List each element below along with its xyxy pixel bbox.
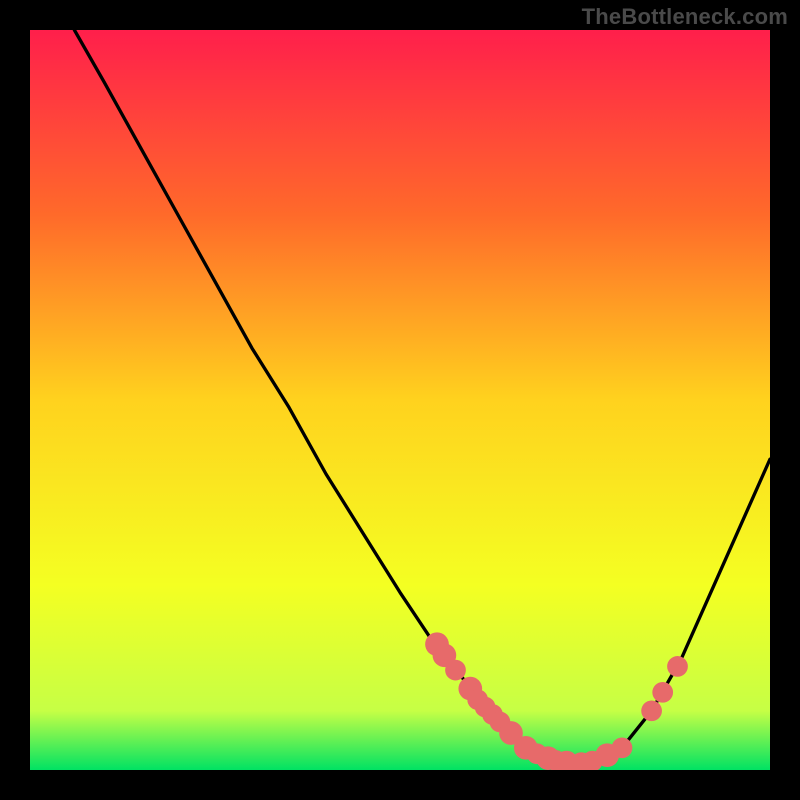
watermark-text: TheBottleneck.com — [582, 4, 788, 30]
plot-bg — [30, 30, 770, 770]
curve-marker — [667, 656, 688, 677]
curve-marker — [641, 700, 662, 721]
bottleneck-chart — [30, 30, 770, 770]
curve-marker — [445, 660, 466, 681]
chart-stage: TheBottleneck.com — [0, 0, 800, 800]
curve-marker — [652, 682, 673, 703]
curve-marker — [612, 737, 633, 758]
